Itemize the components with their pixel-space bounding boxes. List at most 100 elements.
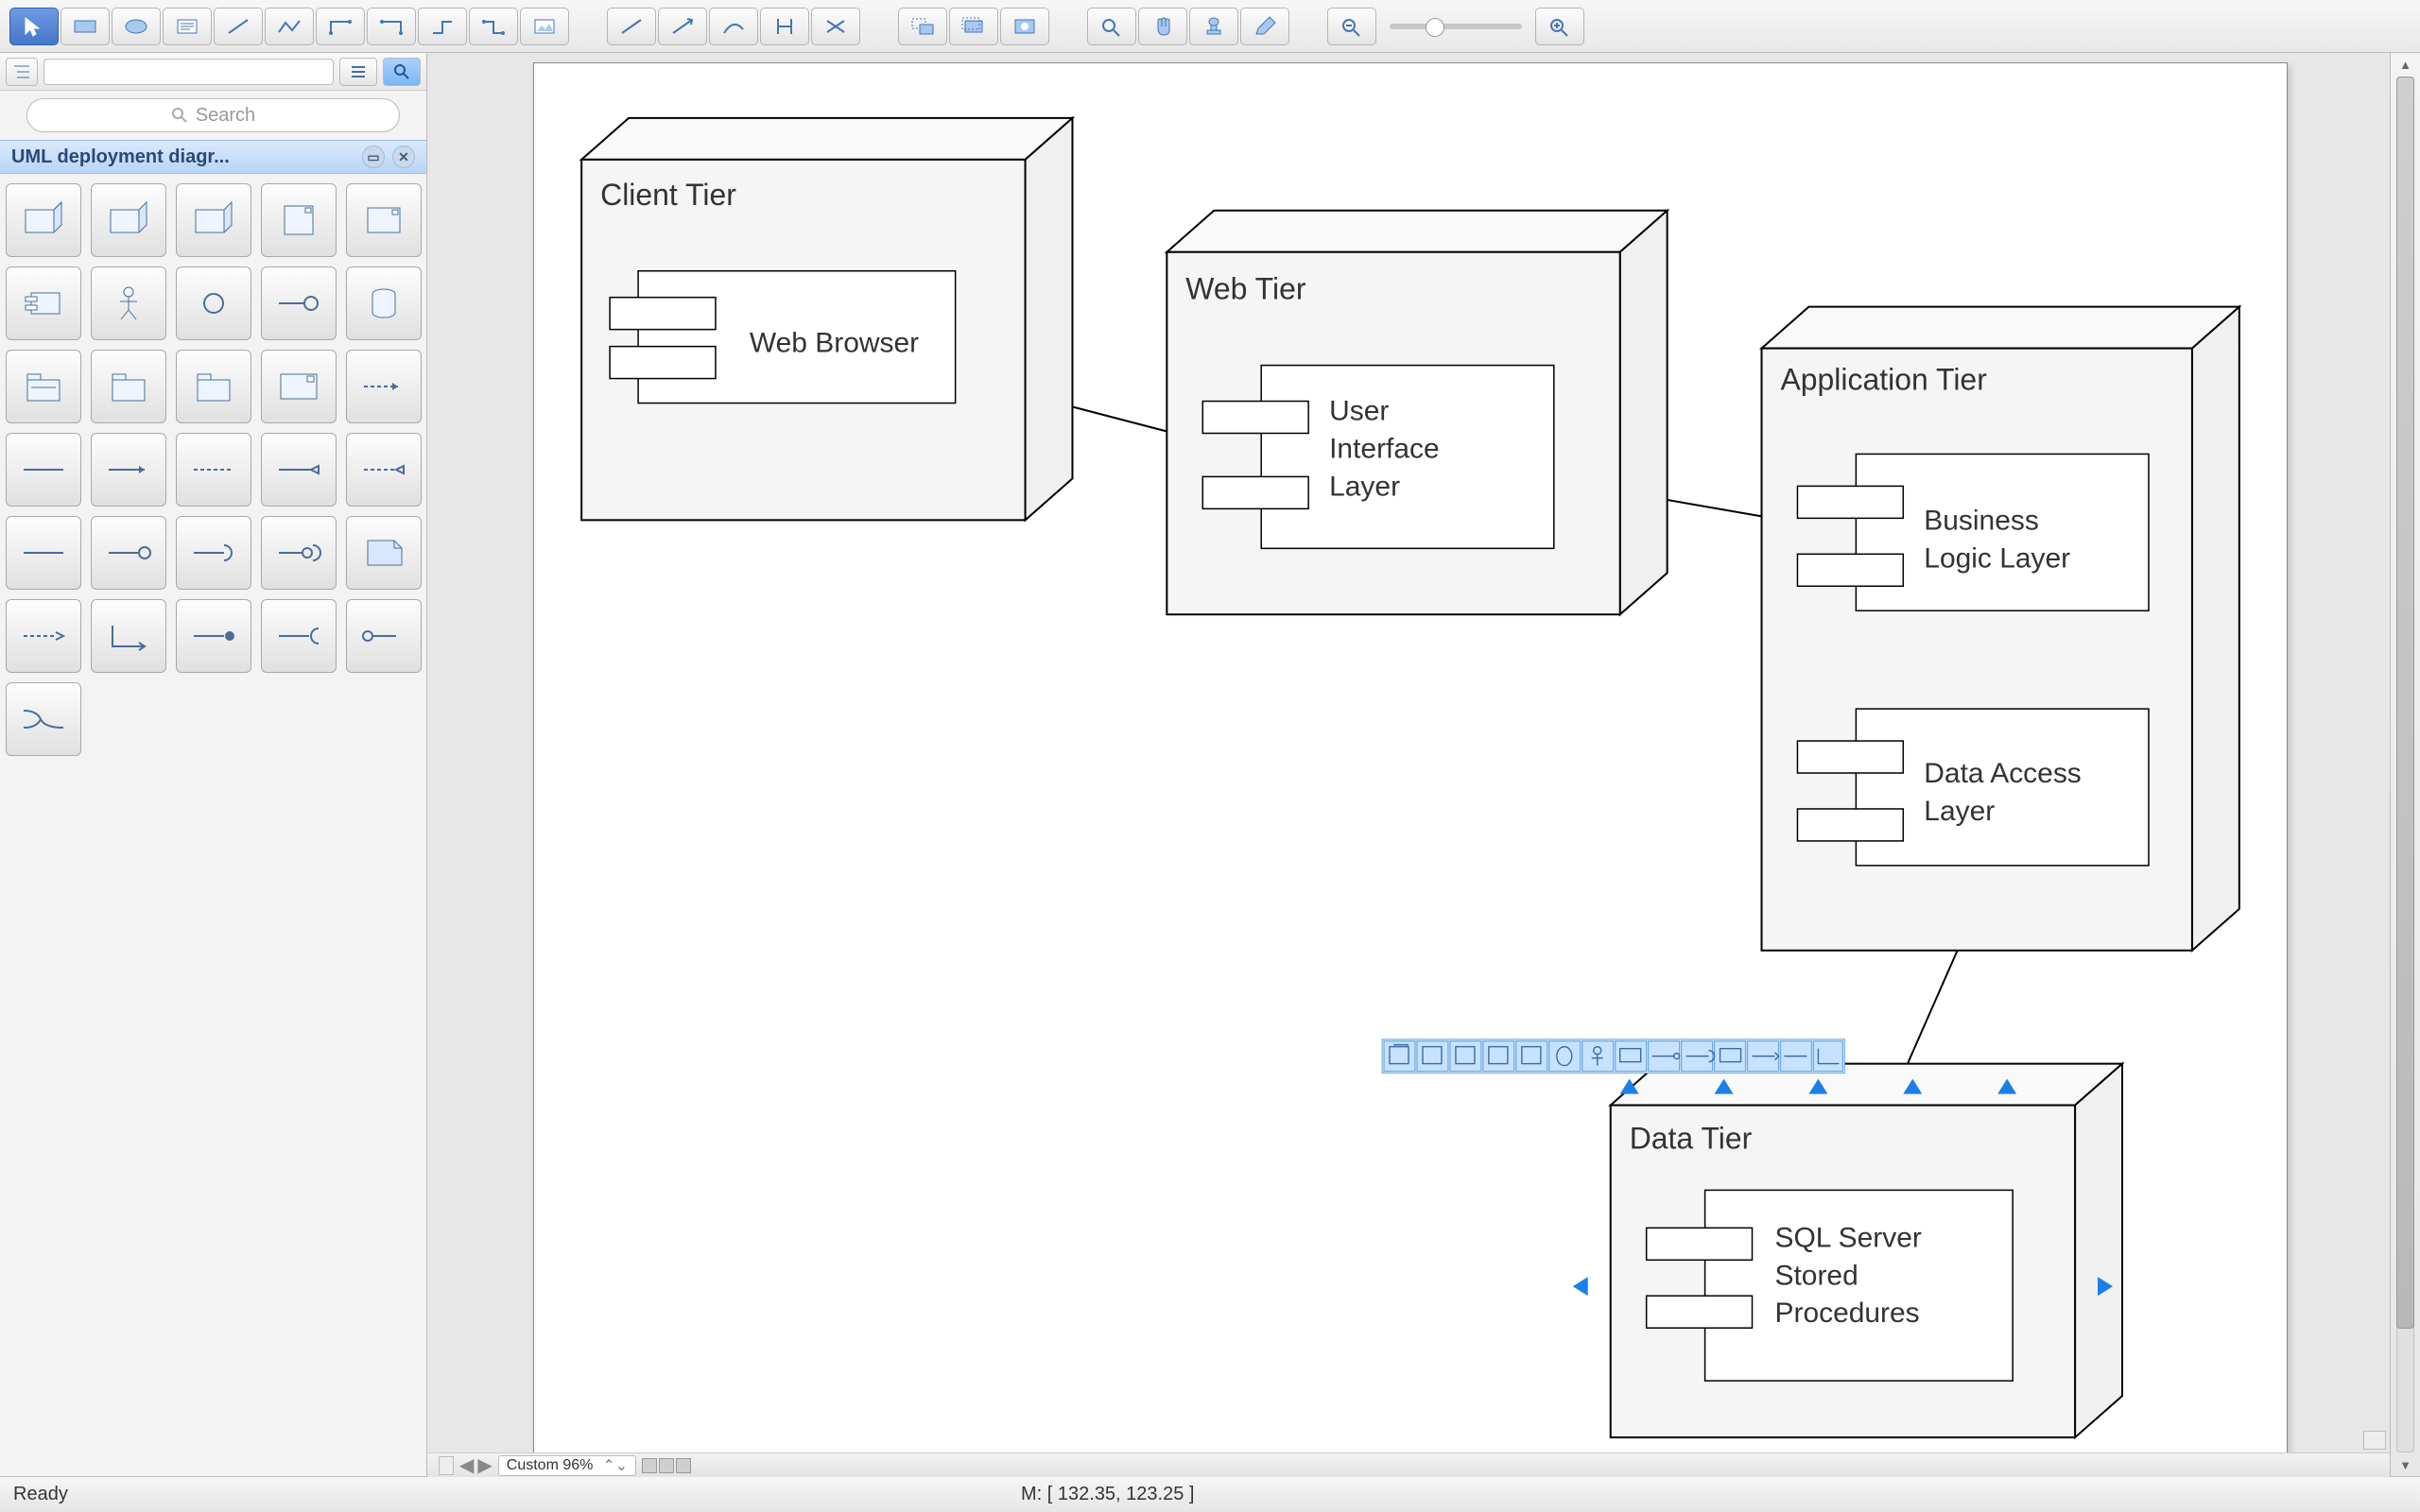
arrow-5-button[interactable] xyxy=(811,8,860,45)
palette-note[interactable] xyxy=(346,516,422,590)
text-tool-button[interactable] xyxy=(163,8,212,45)
palette-header[interactable]: UML deployment diagr... ▭ ✕ xyxy=(0,140,426,174)
svg-text:Interface: Interface xyxy=(1329,433,1440,464)
palette-assoc-arrow[interactable] xyxy=(91,433,166,507)
palette-line-circle[interactable] xyxy=(91,516,166,590)
page-next-button[interactable]: ▶ xyxy=(477,1453,492,1477)
svg-text:Application Tier: Application Tier xyxy=(1780,363,1987,397)
app-tier-title: Application Tier xyxy=(1780,363,1987,397)
palette-interface[interactable] xyxy=(176,266,251,340)
toolbar-group-view xyxy=(1087,8,1289,45)
palette-detach-button[interactable]: ▭ xyxy=(362,146,385,168)
stamp-tool-button[interactable] xyxy=(1189,8,1238,45)
svg-text:Stored: Stored xyxy=(1774,1260,1858,1291)
node-app-tier[interactable]: Application Tier Business Logic Layer Bu… xyxy=(1762,307,2239,951)
left-panel: Search UML deployment diagr... ▭ ✕ xyxy=(0,53,427,1476)
palette-title: UML deployment diagr... xyxy=(11,146,230,168)
edit-tool-button[interactable] xyxy=(1240,8,1289,45)
client-component-label: Web Browser xyxy=(750,328,919,359)
arrow-3-button[interactable] xyxy=(709,8,758,45)
node-data-tier[interactable]: Data Tier SQL Server Stored Procedures S… xyxy=(1611,1064,2122,1437)
zoom-slider[interactable] xyxy=(1390,24,1522,29)
gutter-handle[interactable] xyxy=(439,1456,454,1475)
palette-database[interactable] xyxy=(346,266,422,340)
outline-list-tab[interactable] xyxy=(339,58,377,86)
pointer-tool-button[interactable] xyxy=(9,8,59,45)
search-input[interactable]: Search xyxy=(26,98,400,132)
vertical-scrollbar[interactable]: ▲ ▼ xyxy=(2390,53,2420,1476)
outline-search-tab[interactable] xyxy=(383,58,421,86)
palette-frame[interactable] xyxy=(261,350,337,423)
canvas-area[interactable]: Client Tier Web Browser Web Tier User In… xyxy=(427,53,2390,1476)
svg-text:Data Tier: Data Tier xyxy=(1630,1121,1753,1155)
palette-gen-open[interactable] xyxy=(261,433,337,507)
palette-component-box[interactable] xyxy=(346,183,422,257)
palette-gen-open-dash[interactable] xyxy=(346,433,422,507)
corner-grip[interactable] xyxy=(2363,1431,2386,1450)
layer-3-button[interactable] xyxy=(1000,8,1049,45)
palette-close-button[interactable]: ✕ xyxy=(392,146,415,168)
palette-socket-end[interactable] xyxy=(261,599,337,673)
outline-filter-input[interactable] xyxy=(43,59,334,85)
page-prev-button[interactable]: ◀ xyxy=(459,1453,474,1477)
floating-context-toolbar[interactable] xyxy=(1382,1040,1844,1074)
node-client-tier[interactable]: Client Tier Web Browser xyxy=(581,118,1072,520)
palette-line-simple[interactable] xyxy=(6,516,81,590)
svg-text:SQL Server: SQL Server xyxy=(1774,1222,1921,1253)
layer-2-button[interactable] xyxy=(949,8,998,45)
palette-dep-line[interactable] xyxy=(176,433,251,507)
palette-node-3d[interactable] xyxy=(6,183,81,257)
svg-text:Web Tier: Web Tier xyxy=(1185,272,1306,306)
status-ready: Ready xyxy=(13,1484,68,1505)
arrow-2-button[interactable] xyxy=(658,8,707,45)
canvas-page[interactable]: Client Tier Web Browser Web Tier User In… xyxy=(533,62,2288,1476)
zoom-select[interactable]: Custom 96% ⌃⌄ xyxy=(498,1455,636,1476)
palette-ball-end[interactable] xyxy=(176,599,251,673)
palette-assoc-line[interactable] xyxy=(6,433,81,507)
polyline-tool-button[interactable] xyxy=(265,8,314,45)
zoom-in-button[interactable] xyxy=(1535,8,1584,45)
palette-artifact[interactable] xyxy=(261,183,337,257)
layer-1-button[interactable] xyxy=(898,8,947,45)
node-web-tier[interactable]: Web Tier User Interface Layer User Inter… xyxy=(1167,211,1667,614)
svg-text:Procedures: Procedures xyxy=(1774,1297,1919,1329)
palette-line-socket[interactable] xyxy=(176,516,251,590)
connector-tool-2-button[interactable] xyxy=(367,8,416,45)
scroll-thumb[interactable] xyxy=(2396,77,2414,1329)
palette-right-angle[interactable] xyxy=(91,599,166,673)
scroll-up-icon[interactable]: ▲ xyxy=(2391,53,2420,76)
svg-text:Logic Layer: Logic Layer xyxy=(1924,542,2070,574)
connector-tool-4-button[interactable] xyxy=(469,8,518,45)
palette-node-3d-2[interactable] xyxy=(91,183,166,257)
palette-dep-dashed[interactable] xyxy=(346,350,422,423)
toolbar-group-zoom xyxy=(1327,8,1584,45)
palette-line-ball-socket[interactable] xyxy=(261,516,337,590)
arrow-1-button[interactable] xyxy=(607,8,656,45)
palette-actor[interactable] xyxy=(91,266,166,340)
svg-text:Layer: Layer xyxy=(1329,471,1400,502)
palette-package-1[interactable] xyxy=(6,350,81,423)
palette-dash-arrow-open[interactable] xyxy=(6,599,81,673)
page-thumbs[interactable] xyxy=(642,1458,691,1473)
arrow-4-button[interactable] xyxy=(760,8,809,45)
zoom-tool-button[interactable] xyxy=(1087,8,1136,45)
pan-tool-button[interactable] xyxy=(1138,8,1187,45)
connector-tool-3-button[interactable] xyxy=(418,8,467,45)
status-mouse-coords: M: [ 132.35, 123.25 ] xyxy=(1021,1484,1194,1505)
palette-package-3[interactable] xyxy=(176,350,251,423)
svg-text:Layer: Layer xyxy=(1924,796,1995,827)
scroll-down-icon[interactable]: ▼ xyxy=(2391,1453,2420,1476)
zoom-out-button[interactable] xyxy=(1327,8,1376,45)
line-tool-button[interactable] xyxy=(214,8,263,45)
palette-ball-only[interactable] xyxy=(346,599,422,673)
outline-tree-button[interactable] xyxy=(6,58,38,86)
connector-tool-1-button[interactable] xyxy=(316,8,365,45)
palette-lollipop[interactable] xyxy=(261,266,337,340)
palette-package-2[interactable] xyxy=(91,350,166,423)
palette-merge[interactable] xyxy=(6,682,81,756)
ellipse-tool-button[interactable] xyxy=(112,8,161,45)
rectangle-tool-button[interactable] xyxy=(60,8,110,45)
insert-image-button[interactable] xyxy=(520,8,569,45)
palette-component[interactable] xyxy=(6,266,81,340)
palette-node-3d-3[interactable] xyxy=(176,183,251,257)
